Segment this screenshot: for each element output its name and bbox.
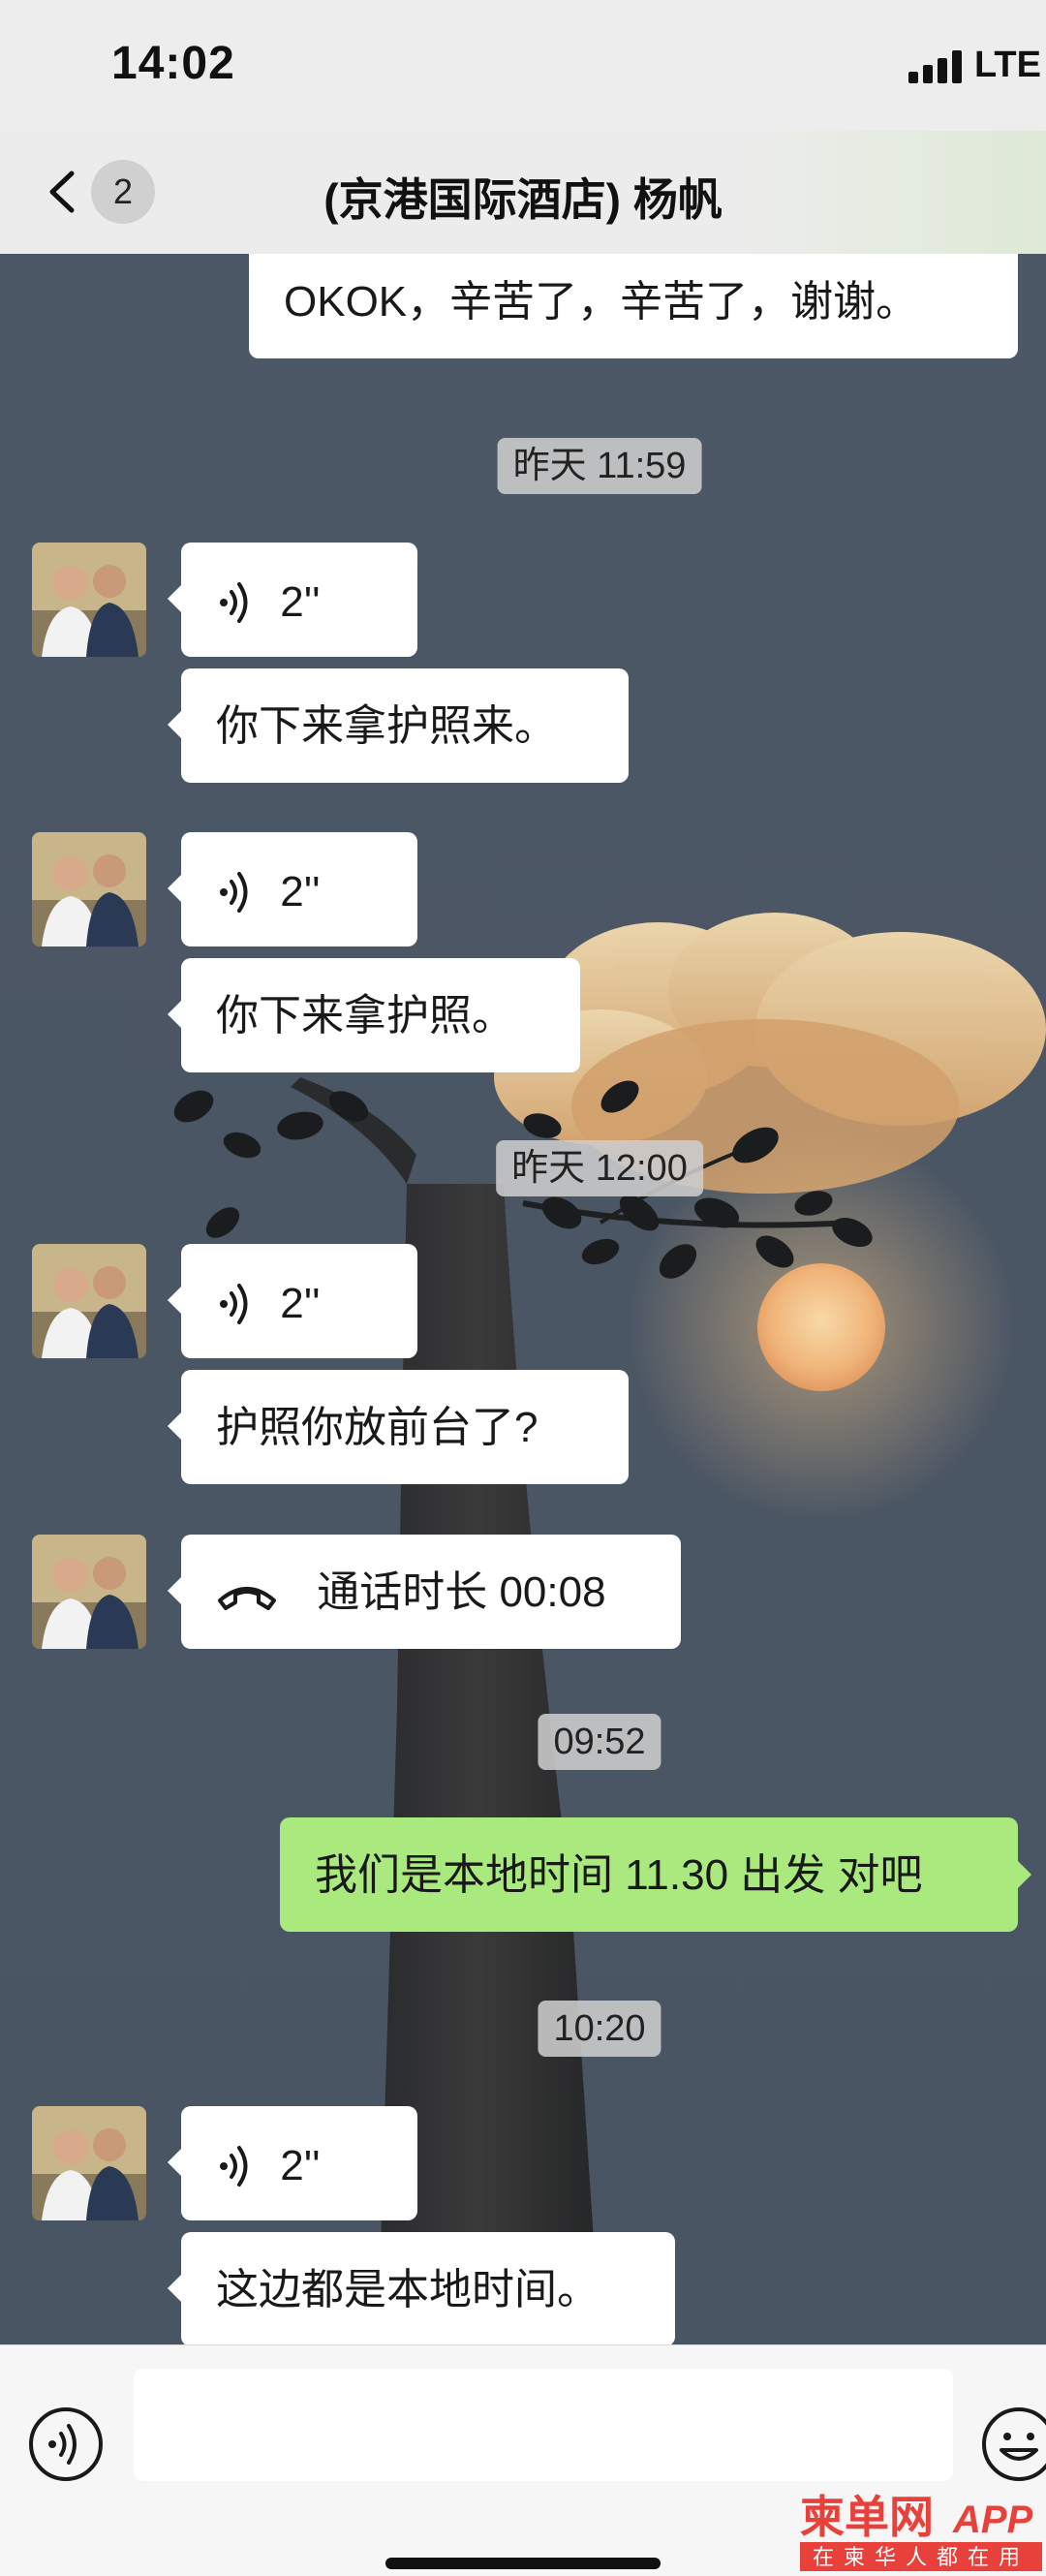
- watermark-brand: 柬单网: [800, 2492, 934, 2542]
- voice-message-bubble[interactable]: 2'': [168, 543, 417, 657]
- contact-avatar[interactable]: [32, 543, 146, 657]
- watermark-logo: 柬单网 APP 在柬华人都在用: [800, 2492, 1042, 2571]
- received-message-bubble[interactable]: 你下来拿护照来。: [168, 668, 629, 783]
- voice-duration: 2'': [280, 2142, 321, 2190]
- message-list[interactable]: OKOK，辛苦了，辛苦了，谢谢。 昨天 11:59 2'' 你下来拿护照来。 2…: [0, 254, 1046, 2344]
- status-bar: 14:02 LTE: [0, 0, 1046, 131]
- voice-wave-icon: [220, 2146, 248, 2188]
- emoji-icon[interactable]: [980, 2405, 1046, 2483]
- home-indicator[interactable]: [385, 2558, 661, 2569]
- call-record-bubble[interactable]: 通话时长 00:08: [168, 1535, 681, 1649]
- message-timestamp: 昨天 12:00: [496, 1140, 703, 1196]
- received-message-bubble[interactable]: 这边都是本地时间。: [168, 2232, 675, 2344]
- contact-avatar[interactable]: [32, 1244, 146, 1358]
- phone-hangup-icon: [218, 1587, 276, 1611]
- voice-input-icon[interactable]: [27, 2405, 105, 2483]
- voice-duration: 2'': [280, 1280, 321, 1328]
- sent-message-bubble[interactable]: 我们是本地时间 11.30 出发 对吧: [280, 1817, 1031, 1932]
- voice-wave-icon: [220, 1284, 248, 1325]
- message-timestamp: 10:20: [538, 2001, 661, 2057]
- watermark-suffix: APP: [952, 2498, 1033, 2541]
- voice-message-bubble[interactable]: 2'': [168, 2106, 417, 2220]
- received-message-bubble[interactable]: 你下来拿护照。: [168, 958, 580, 1072]
- message-input[interactable]: [134, 2369, 953, 2481]
- chat-title: (京港国际酒店) 杨帆: [323, 174, 723, 225]
- voice-wave-icon: [220, 872, 248, 914]
- received-message-bubble[interactable]: 护照你放前台了?: [168, 1370, 629, 1484]
- chat-header: 2 (京港国际酒店) 杨帆: [0, 131, 1046, 255]
- voice-wave-icon: [220, 582, 248, 624]
- contact-avatar[interactable]: [32, 832, 146, 947]
- call-duration-text: 通话时长 00:08: [317, 1568, 606, 1616]
- cellular-signal-icon: [908, 50, 963, 83]
- voice-duration: 2'': [280, 868, 321, 916]
- contact-avatar[interactable]: [32, 1535, 146, 1649]
- chat-wallpaper: [173, 913, 1046, 2344]
- message-timestamp: 09:52: [538, 1714, 661, 1770]
- voice-duration: 2'': [280, 578, 321, 627]
- message-timestamp: 昨天 11:59: [497, 438, 702, 494]
- voice-message-bubble[interactable]: 2'': [168, 832, 417, 947]
- status-time: 14:02: [111, 38, 235, 89]
- contact-avatar[interactable]: [32, 2106, 146, 2220]
- sent-message-bubble[interactable]: OKOK，辛苦了，辛苦了，谢谢。: [249, 254, 1018, 358]
- network-type: LTE: [974, 45, 1041, 85]
- voice-message-bubble[interactable]: 2'': [168, 1244, 417, 1358]
- watermark-slogan: 在柬华人都在用: [813, 2545, 1030, 2569]
